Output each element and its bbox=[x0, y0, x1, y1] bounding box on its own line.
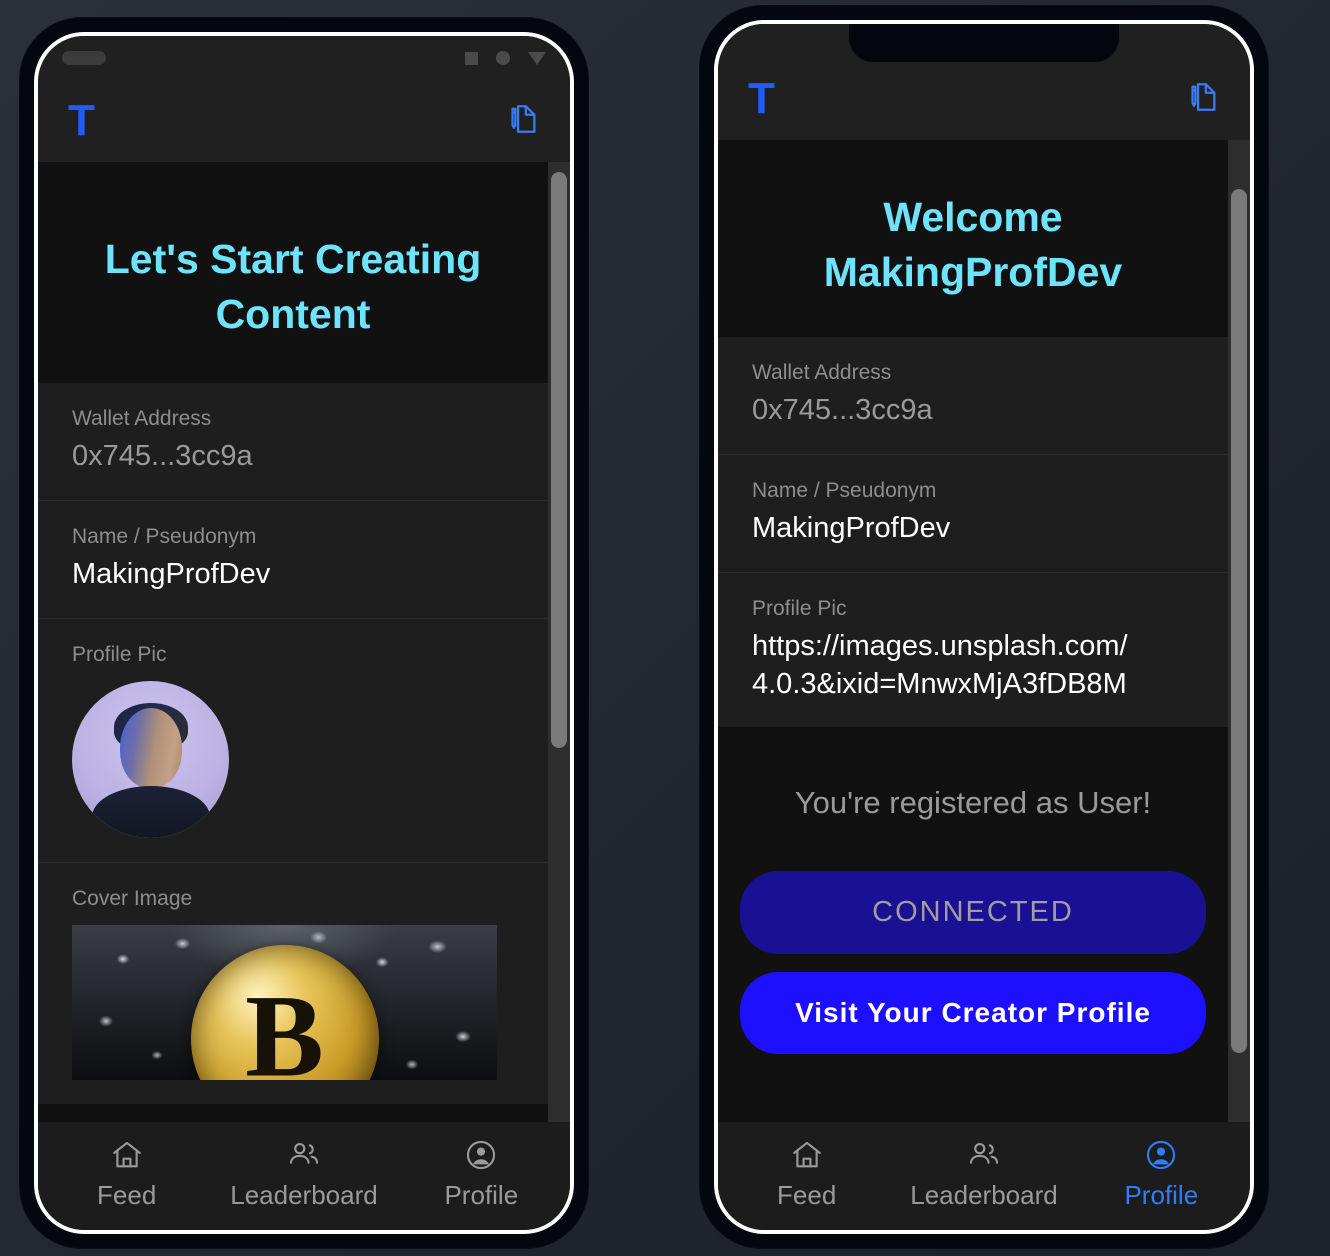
phone-screen-right: T Welcome MakingProfDev Wallet Address 0… bbox=[714, 20, 1254, 1234]
scrollbar-thumb[interactable] bbox=[1231, 189, 1247, 1054]
ios-status-bar bbox=[718, 24, 1250, 62]
avatar-shoulders bbox=[91, 785, 210, 839]
screen-content-right: Welcome MakingProfDev Wallet Address 0x7… bbox=[718, 140, 1250, 1122]
field-label: Name / Pseudonym bbox=[752, 478, 937, 502]
visit-creator-profile-button[interactable]: Visit Your Creator Profile bbox=[740, 972, 1206, 1055]
people-icon bbox=[969, 1143, 999, 1164]
android-nav-buttons bbox=[465, 51, 546, 65]
field-label: Wallet Address bbox=[752, 360, 892, 384]
account-circle-icon bbox=[1147, 1140, 1176, 1170]
triangle-icon[interactable] bbox=[528, 51, 546, 65]
people-icon bbox=[289, 1143, 319, 1164]
bottom-tab-bar-left: Feed Leaderboard Profile bbox=[38, 1122, 570, 1230]
app-header-right: T bbox=[718, 58, 1250, 140]
document-edit-icon[interactable] bbox=[1186, 80, 1220, 119]
screen-content-left: Let's Start Creating Content Wallet Addr… bbox=[38, 162, 570, 1122]
brand-logo[interactable]: T bbox=[748, 77, 775, 121]
field-label: Cover Image bbox=[72, 887, 193, 911]
scroll-area-right: Welcome MakingProfDev Wallet Address 0x7… bbox=[718, 140, 1250, 1122]
home-icon bbox=[792, 1141, 821, 1168]
profile-info-card-right: Wallet Address 0x745...3cc9a Name / Pseu… bbox=[718, 336, 1228, 728]
avatar bbox=[72, 681, 229, 839]
field-profile-pic[interactable]: Profile Pic bbox=[38, 619, 548, 864]
notification-pill-icon bbox=[62, 51, 106, 65]
field-name-pseudonym[interactable]: Name / Pseudonym MakingProfDev bbox=[718, 455, 1228, 573]
device-notch bbox=[849, 24, 1119, 62]
tab-label: Feed bbox=[777, 1180, 837, 1210]
field-value: MakingProfDev bbox=[72, 558, 271, 591]
scrollbar-left[interactable] bbox=[548, 162, 570, 1122]
field-label: Profile Pic bbox=[752, 596, 847, 620]
field-label: Wallet Address bbox=[72, 406, 212, 430]
bitcoin-coin-icon: B bbox=[190, 945, 379, 1081]
field-value-url-line-2: 4.0.3&ixid=MnwxMjA3fDB8M bbox=[752, 667, 1127, 700]
field-cover-image[interactable]: Cover Image B bbox=[38, 863, 548, 1104]
tab-feed[interactable]: Feed bbox=[718, 1138, 895, 1208]
android-status-bar bbox=[38, 36, 570, 80]
scrollbar-thumb[interactable] bbox=[551, 171, 567, 748]
phone-device-left: T Let's Start Creating Content Wallet Ad… bbox=[20, 18, 588, 1248]
field-wallet-address[interactable]: Wallet Address 0x745...3cc9a bbox=[718, 337, 1228, 455]
registration-status-text: You're registered as User! bbox=[794, 785, 1152, 821]
page-title-left: Let's Start Creating Content bbox=[104, 236, 482, 338]
field-value: 0x745...3cc9a bbox=[752, 394, 933, 427]
field-wallet-address[interactable]: Wallet Address 0x745...3cc9a bbox=[38, 383, 548, 501]
visit-profile-button-wrap: Visit Your Creator Profile bbox=[718, 972, 1228, 1072]
bottom-tab-bar-right: Feed Leaderboard Profile bbox=[718, 1122, 1250, 1230]
circle-icon[interactable] bbox=[496, 51, 510, 65]
field-label: Profile Pic bbox=[72, 642, 167, 666]
field-value-url-line-1: https://images.unsplash.com/ bbox=[752, 630, 1128, 663]
tab-feed[interactable]: Feed bbox=[38, 1138, 215, 1208]
square-icon[interactable] bbox=[465, 51, 478, 65]
phone-device-right: T Welcome MakingProfDev Wallet Address 0… bbox=[700, 6, 1268, 1248]
tab-label: Feed bbox=[97, 1180, 157, 1210]
field-value: MakingProfDev bbox=[752, 512, 951, 545]
account-circle-icon bbox=[467, 1140, 496, 1170]
scroll-area-left: Let's Start Creating Content Wallet Addr… bbox=[38, 162, 570, 1122]
connected-button[interactable]: CONNECTED bbox=[740, 871, 1206, 955]
tab-leaderboard[interactable]: Leaderboard bbox=[215, 1138, 392, 1208]
home-icon bbox=[112, 1141, 141, 1168]
tab-label: Profile bbox=[1124, 1180, 1199, 1210]
avatar-face bbox=[119, 707, 182, 788]
tab-label: Profile bbox=[444, 1180, 519, 1210]
tab-profile[interactable]: Profile bbox=[393, 1138, 570, 1208]
tab-label: Leaderboard bbox=[230, 1180, 378, 1210]
cover-image: B bbox=[72, 925, 497, 1081]
app-header-left: T bbox=[38, 80, 570, 162]
page-title-right: Welcome MakingProfDev bbox=[823, 194, 1123, 296]
tab-leaderboard[interactable]: Leaderboard bbox=[895, 1138, 1072, 1208]
field-profile-pic[interactable]: Profile Pic https://images.unsplash.com/… bbox=[718, 573, 1228, 728]
scrollbar-right[interactable] bbox=[1228, 140, 1250, 1122]
field-label: Name / Pseudonym bbox=[72, 524, 257, 548]
phone-screen-left: T Let's Start Creating Content Wallet Ad… bbox=[34, 32, 574, 1234]
field-value: 0x745...3cc9a bbox=[72, 440, 253, 473]
connected-button-wrap: CONNECTED bbox=[718, 871, 1228, 972]
tab-label: Leaderboard bbox=[910, 1180, 1058, 1210]
bitcoin-symbol: B bbox=[245, 970, 324, 1081]
document-edit-icon[interactable] bbox=[506, 102, 540, 141]
field-name-pseudonym[interactable]: Name / Pseudonym MakingProfDev bbox=[38, 501, 548, 619]
profile-info-card-left: Wallet Address 0x745...3cc9a Name / Pseu… bbox=[38, 382, 548, 1105]
brand-logo[interactable]: T bbox=[68, 99, 95, 143]
tab-profile[interactable]: Profile bbox=[1073, 1138, 1250, 1208]
